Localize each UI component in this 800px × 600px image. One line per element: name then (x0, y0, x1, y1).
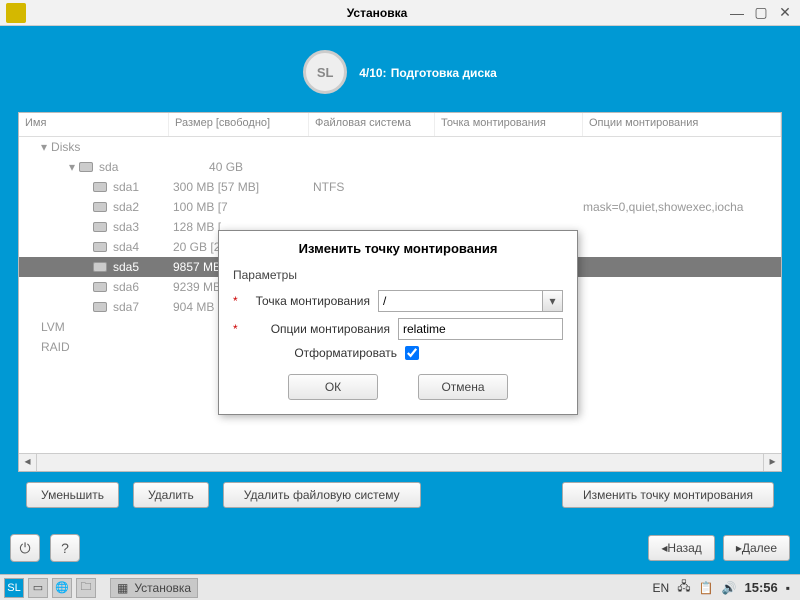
bottom-nav: ⏻ ? ◂ Назад ▸ Далее (10, 534, 790, 562)
partition-icon (93, 202, 107, 212)
step-progress: 4/10: (359, 66, 386, 80)
titlebar: Установка — ▢ ✕ (0, 0, 800, 26)
ok-button[interactable]: ОК (288, 374, 378, 400)
format-row: Отформатировать (233, 346, 563, 360)
step-icon: SL (303, 50, 347, 94)
col-fs[interactable]: Файловая система (309, 113, 435, 136)
main-area: SL 4/10: Подготовка диска Имя Размер [св… (0, 26, 800, 574)
shrink-button[interactable]: Уменьшить (26, 482, 119, 508)
clipboard-icon[interactable]: 📋 (699, 581, 714, 595)
taskbar-app[interactable]: ▦Установка (110, 578, 198, 598)
partition-icon (93, 182, 107, 192)
partition-icon (93, 282, 107, 292)
power-button[interactable]: ⏻ (10, 534, 40, 562)
table-header: Имя Размер [свободно] Файловая система Т… (19, 113, 781, 137)
partition-icon (93, 302, 107, 312)
delete-button[interactable]: Удалить (133, 482, 209, 508)
tray-expand-icon[interactable]: ▪ (786, 581, 790, 595)
delete-fs-button[interactable]: Удалить файловую систему (223, 482, 421, 508)
collapse-icon[interactable]: ▾ (41, 140, 47, 154)
mount-combobox[interactable]: ▾ (378, 290, 563, 312)
start-button[interactable]: SL (4, 578, 24, 598)
mount-input[interactable] (378, 290, 543, 312)
tree-disks[interactable]: ▾Disks (19, 137, 781, 157)
dialog-section: Параметры (233, 268, 563, 282)
volume-icon[interactable]: 🔊 (722, 581, 737, 595)
show-desktop-button[interactable]: ▭ (28, 578, 48, 598)
col-mount[interactable]: Точка монтирования (435, 113, 583, 136)
opts-row: * Опции монтирования (233, 318, 563, 340)
col-size[interactable]: Размер [свободно] (169, 113, 309, 136)
action-row: Уменьшить Удалить Удалить файловую систе… (10, 472, 790, 518)
scroll-right-icon[interactable]: ▸ (763, 454, 781, 471)
next-button[interactable]: ▸ Далее (723, 535, 790, 561)
taskbar: SL ▭ 🌐 🗀 ▦Установка EN 🖧 📋 🔊 15:56 ▪ (0, 574, 800, 600)
mount-label: Точка монтирования (242, 294, 378, 308)
close-button[interactable]: ✕ (776, 4, 794, 22)
required-icon: * (233, 294, 238, 308)
clock[interactable]: 15:56 (744, 580, 777, 595)
tree-sda[interactable]: ▾sda40 GB (19, 157, 781, 177)
keyboard-layout[interactable]: EN (653, 581, 670, 595)
col-opts[interactable]: Опции монтирования (583, 113, 781, 136)
window-title: Установка (32, 6, 722, 20)
disk-icon (79, 162, 93, 172)
format-checkbox[interactable] (405, 346, 419, 360)
back-button[interactable]: ◂ Назад (648, 535, 714, 561)
tree-part-sda1[interactable]: sda1300 MB [57 MB]NTFS (19, 177, 781, 197)
change-mount-button[interactable]: Изменить точку монтирования (562, 482, 774, 508)
partition-icon (93, 242, 107, 252)
format-label: Отформатировать (245, 346, 405, 360)
partition-icon (93, 222, 107, 232)
mount-row: * Точка монтирования ▾ (233, 290, 563, 312)
required-icon: * (233, 322, 238, 336)
opts-input[interactable] (398, 318, 563, 340)
col-name[interactable]: Имя (19, 113, 169, 136)
h-scrollbar[interactable]: ◂ ▸ (19, 453, 781, 471)
scroll-left-icon[interactable]: ◂ (19, 454, 37, 471)
partition-icon (93, 262, 107, 272)
tree-part-sda2[interactable]: sda2100 MB [7mask=0,quiet,showexec,iocha (19, 197, 781, 217)
step-name: Подготовка диска (391, 66, 497, 80)
collapse-icon[interactable]: ▾ (69, 160, 75, 174)
opts-label: Опции монтирования (242, 322, 398, 336)
help-button[interactable]: ? (50, 534, 80, 562)
maximize-button[interactable]: ▢ (752, 4, 770, 22)
step-title: 4/10: Подготовка диска (359, 64, 497, 81)
system-tray: EN 🖧 📋 🔊 15:56 ▪ (653, 577, 796, 598)
network-icon[interactable]: 🖧 (677, 577, 690, 598)
step-header: SL 4/10: Подготовка диска (10, 36, 790, 112)
mount-dialog: Изменить точку монтирования Параметры * … (218, 230, 578, 415)
browser-launcher[interactable]: 🌐 (52, 578, 72, 598)
cancel-button[interactable]: Отмена (418, 374, 508, 400)
chevron-down-icon[interactable]: ▾ (543, 290, 563, 312)
dialog-title: Изменить точку монтирования (219, 231, 577, 264)
minimize-button[interactable]: — (728, 4, 746, 22)
files-launcher[interactable]: 🗀 (76, 578, 96, 598)
app-logo-icon (6, 3, 26, 23)
